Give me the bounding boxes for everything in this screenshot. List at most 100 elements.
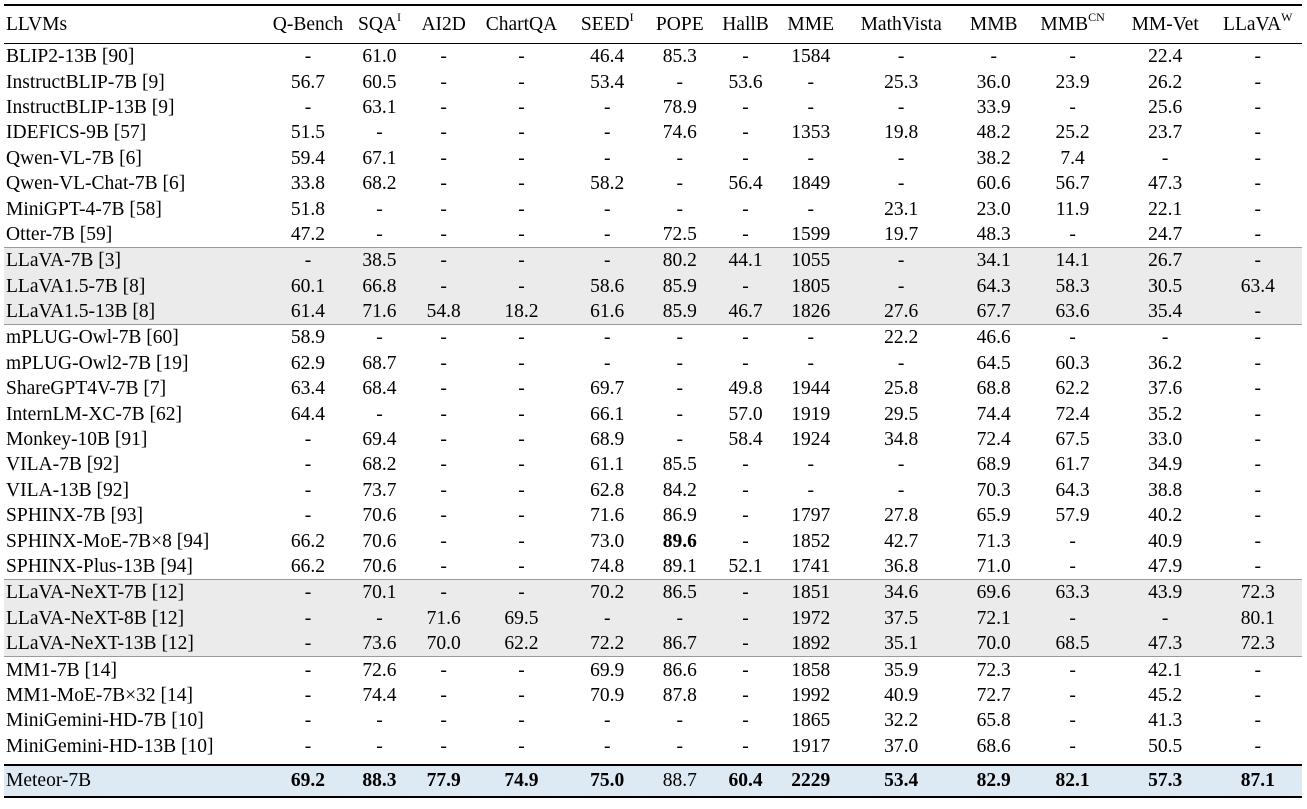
column-header-pope: POPE <box>647 5 713 44</box>
score-cell-seed-i: 61.6 <box>567 298 647 325</box>
score-cell-q-bench: - <box>304 479 312 501</box>
score-cell-sqa-i: 73.7 <box>362 479 397 501</box>
table-row: Monkey-10B [91] - 69.4 - - 68.9 - 58.4 1924 34.8 7… <box>4 427 1302 452</box>
score-cell-q-bench: - <box>304 505 312 527</box>
column-header-mmb: MMB <box>959 5 1028 44</box>
score-cell-mathvista: - <box>843 273 960 299</box>
score-cell-sqa-i: 74.4 <box>362 684 397 706</box>
score-cell-hallb: - <box>742 735 749 757</box>
score-cell-llava-w: - <box>1254 454 1262 476</box>
score-cell-mmb: 64.3 <box>959 273 1029 299</box>
score-cell-mmb: 65.9 <box>976 505 1011 527</box>
score-cell-llava-w: 63.4 <box>1213 273 1302 299</box>
score-cell-llava-w: - <box>1213 298 1302 325</box>
score-cell-mathvista: 35.9 <box>843 656 960 683</box>
score-cell-ai2d: - <box>440 530 447 552</box>
score-cell-llava-w: - <box>1213 247 1302 274</box>
model-name-cell: mPLUG-Owl2-7B [19] <box>6 352 189 374</box>
score-cell-chartqa: - <box>518 530 525 552</box>
score-cell-q-bench: 64.4 <box>290 403 326 425</box>
results-table-figure: LLVMs Q-Bench SQAI AI2D ChartQA SEEDI POPE Hall… <box>0 0 1307 809</box>
score-cell-mmb: 38.2 <box>976 147 1011 169</box>
score-cell-ai2d: - <box>440 479 447 501</box>
score-cell-hallb: 49.8 <box>728 378 763 400</box>
score-cell-mathvista: 42.7 <box>884 530 919 552</box>
score-cell-mme: 1858 <box>778 656 844 683</box>
score-cell-ai2d: - <box>440 556 447 577</box>
score-cell-sqa-i: 88.3 <box>346 764 413 797</box>
column-header-superscript: I <box>629 9 634 24</box>
column-header-llvms: LLVMs <box>4 5 269 44</box>
score-cell-q-bench: - <box>304 735 312 757</box>
score-cell-mathvista: 53.4 <box>843 764 960 797</box>
score-cell-llava-w: - <box>1254 556 1262 577</box>
score-cell-mm-vet: 45.2 <box>1148 684 1183 706</box>
score-cell-mme: - <box>807 454 814 476</box>
score-cell-mm-vet: 57.3 <box>1116 764 1214 797</box>
score-cell-ai2d: - <box>440 223 447 245</box>
model-name-cell: SPHINX-7B [93] <box>6 505 144 527</box>
table-row: VILA-7B [92] - 68.2 - - 61.1 85.5 - - - 68.9 61.7 34… <box>4 452 1302 477</box>
score-cell-mm-vet: 30.5 <box>1116 273 1214 299</box>
score-cell-llava-w: - <box>1254 352 1262 374</box>
score-cell-mathvista: 40.9 <box>884 684 919 706</box>
score-cell-q-bench: - <box>269 247 347 274</box>
score-cell-seed-i: - <box>603 710 611 732</box>
score-cell-mm-vet: 50.5 <box>1148 735 1183 757</box>
score-cell-pope: - <box>676 710 684 732</box>
score-cell-q-bench: - <box>304 46 312 68</box>
score-cell-mmb-cn: 61.7 <box>1055 454 1090 476</box>
score-cell-chartqa: - <box>518 710 525 732</box>
score-cell-llava-w: - <box>1254 173 1262 195</box>
table-row: LLaVA-NeXT-7B [12] -70.1- -70.2 86.5-1851 34… <box>4 579 1302 606</box>
score-cell-hallb: - <box>712 630 779 657</box>
score-cell-mme: 1805 <box>778 273 844 299</box>
score-cell-q-bench: 56.7 <box>290 71 326 93</box>
score-cell-pope: 89.1 <box>662 556 697 577</box>
score-cell-mathvista: 23.1 <box>884 198 919 220</box>
column-header-llava-w: LLaVAW <box>1214 5 1302 44</box>
table-row: Meteor-7B 69.2 88.3 77.9 74.9 75.0 88.7 60.4 222… <box>4 764 1302 797</box>
score-cell-mmb: 82.9 <box>959 764 1029 797</box>
score-cell-ai2d: - <box>440 505 447 527</box>
column-header-mm-vet: MM-Vet <box>1117 5 1214 44</box>
score-cell-pope: 85.5 <box>662 454 697 476</box>
score-cell-mm-vet: 35.4 <box>1116 298 1214 325</box>
score-cell-q-bench: 51.8 <box>290 198 326 220</box>
score-cell-llava-w: - <box>1254 46 1262 68</box>
score-cell-mmb: 23.0 <box>976 198 1011 220</box>
score-cell-mm-vet: 23.7 <box>1148 122 1183 144</box>
score-cell-q-bench: 47.2 <box>290 223 326 245</box>
score-cell-mmb: 74.4 <box>976 403 1011 425</box>
score-cell-mm-vet: - <box>1116 324 1214 351</box>
score-cell-sqa-i: 69.4 <box>362 429 397 451</box>
score-cell-hallb: 57.0 <box>728 403 763 425</box>
score-cell-mathvista: 27.6 <box>843 298 960 325</box>
score-cell-mmb: 60.6 <box>976 173 1011 195</box>
score-cell-mmb-cn: - <box>1069 556 1076 577</box>
column-header-label: MM-Vet <box>1131 14 1199 35</box>
column-header-label: MME <box>787 14 834 35</box>
score-cell-mathvista: - <box>897 46 905 68</box>
table-row: VILA-13B [92] - 73.7 - - 62.8 84.2 - - - 70.3 64.3 3… <box>4 478 1302 503</box>
score-cell-ai2d: - <box>412 579 476 606</box>
model-name-cell: Otter-7B [59] <box>6 223 113 245</box>
score-cell-sqa-i: 68.7 <box>362 352 397 374</box>
score-cell-mmb-cn: - <box>1028 324 1117 351</box>
score-cell-pope: 85.9 <box>646 298 713 325</box>
column-header-hallb: HallB <box>713 5 778 44</box>
model-name-cell: BLIP2-13B [90] <box>6 46 135 68</box>
score-cell-hallb: - <box>742 479 749 501</box>
score-cell-sqa-i: - <box>346 605 413 631</box>
score-cell-pope: - <box>646 605 713 631</box>
score-cell-chartqa: - <box>475 273 568 299</box>
score-cell-hallb: - <box>742 505 749 527</box>
score-cell-mm-vet: 47.3 <box>1116 630 1214 657</box>
score-cell-ai2d: - <box>440 173 447 195</box>
score-cell-pope: 88.7 <box>646 764 713 797</box>
score-cell-sqa-i: 67.1 <box>362 147 397 169</box>
score-cell-mmb: 72.4 <box>976 429 1011 451</box>
table-row: ShareGPT4V-7B [7] 63.4 68.4 - - 69.7 - 49.8 1944… <box>4 376 1302 401</box>
table-row: mPLUG-Owl2-7B [19] 62.9 68.7 - - - - - - - 64.5 60.… <box>4 351 1302 376</box>
table-row: MiniGemini-HD-7B [10] - - - - - - - 1865 32.2 65.8… <box>4 708 1302 733</box>
